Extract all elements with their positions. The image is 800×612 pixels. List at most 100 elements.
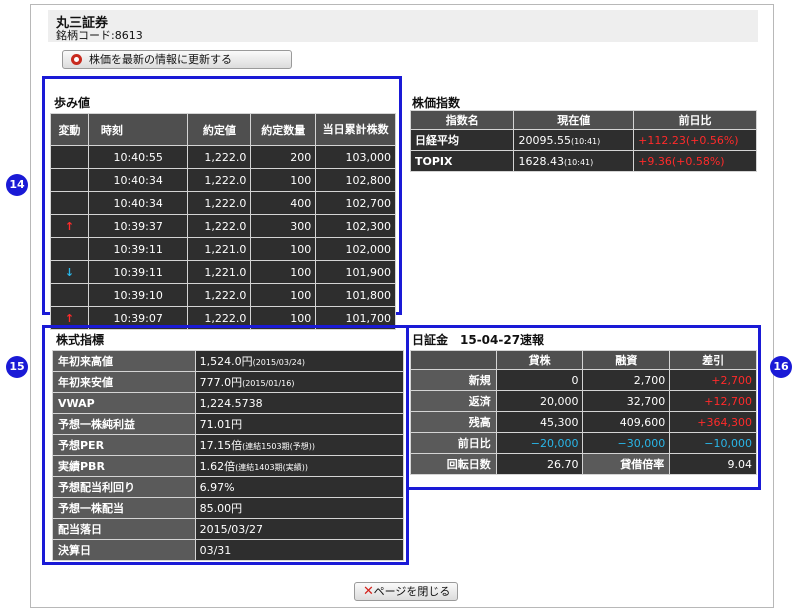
trade-cumulative: 101,800 (315, 283, 396, 307)
indicator-value-cell: 03/31 (194, 539, 405, 561)
index-value-cell: 1628.43(10:41) (513, 150, 635, 172)
indicator-value-cell: 71.01円 (194, 413, 405, 435)
table-row: 10:40:34 1,222.0 400 102,700 (50, 191, 396, 215)
down-arrow-icon: ↓ (50, 260, 89, 284)
index-title: 株価指数 (412, 96, 461, 110)
refresh-button-label: 株価を最新の情報に更新する (89, 53, 232, 66)
close-button-label: ページを閉じる (373, 585, 451, 598)
table-row: VWAP 1,224.5738 (52, 392, 405, 414)
margin-loan: 32,700 (582, 390, 671, 412)
margin-diff: +12,700 (669, 390, 757, 412)
trade-cumulative: 103,000 (315, 145, 396, 169)
table-row: TOPIX 1628.43(10:41) +9.36(+0.58%) (409, 150, 757, 172)
trade-cumulative: 102,800 (315, 168, 396, 192)
trade-time: 10:39:11 (87, 237, 189, 261)
index-value: 1628.43 (518, 154, 564, 168)
refresh-button[interactable]: 株価を最新の情報に更新する (62, 50, 292, 69)
index-table: 指数名 現在値 前日比 日経平均 20095.55(10:41) +112.23… (409, 110, 757, 172)
indicator-value: 2015/03/27 (199, 522, 263, 536)
indicator-label: 予想PER (52, 434, 196, 456)
margin-row-label: 返済 (410, 390, 497, 412)
table-row: 残高 45,300 409,600 +364,300 (410, 411, 757, 433)
indicator-value-cell: 2015/03/27 (194, 518, 405, 540)
index-change: +9.36(+0.58%) (633, 150, 757, 172)
trade-qty: 400 (250, 191, 317, 215)
indicator-note: (2015/01/16) (242, 379, 295, 388)
margin-lend: 0 (495, 369, 584, 391)
margin-loan: 409,600 (582, 411, 671, 433)
table-row: 回転日数 26.70 貸借倍率 9.04 (410, 453, 757, 475)
index-name: TOPIX (409, 150, 515, 172)
indicator-value: 1,524.0円 (199, 355, 253, 368)
table-row: 決算日 03/31 (52, 539, 405, 561)
turnover-label: 回転日数 (410, 453, 497, 475)
margin-lend: 20,000 (495, 390, 584, 412)
margin-lend: 45,300 (495, 411, 584, 433)
margin-diff: +364,300 (669, 411, 757, 433)
trade-qty: 100 (250, 260, 317, 284)
indicator-note: (連結1403期(実績)) (235, 463, 308, 472)
indicator-label: 予想配当利回り (52, 476, 196, 498)
trade-time: 10:40:34 (87, 168, 189, 192)
margin-row-label: 新規 (410, 369, 497, 391)
trade-qty: 100 (250, 283, 317, 307)
indicator-label: 予想一株純利益 (52, 413, 196, 435)
badge-15: 15 (6, 356, 28, 378)
index-value-cell: 20095.55(10:41) (513, 129, 635, 151)
table-row: 予想一株純利益 71.01円 (52, 413, 405, 435)
margin-diff: −10,000 (669, 432, 757, 454)
margin-row-label: 残高 (410, 411, 497, 433)
indicators-table: 年初来高値 1,524.0円(2015/03/24) 年初来安値 777.0円(20… (52, 350, 405, 561)
table-row: 年初来安値 777.0円(2015/01/16) (52, 371, 405, 393)
index-change: +112.23(+0.56%) (633, 129, 757, 151)
ratio-label: 貸借倍率 (582, 453, 671, 475)
col-change: 変動 (50, 113, 89, 146)
margin-title: 日証金 15-04-27速報 (412, 333, 545, 347)
change-arrow (50, 191, 89, 215)
trade-price: 1,221.0 (187, 237, 252, 261)
indicator-note: (連結1503期(予想)) (242, 442, 315, 451)
table-row: ↓ 10:39:11 1,221.0 100 101,900 (50, 260, 396, 284)
margin-diff: +2,700 (669, 369, 757, 391)
table-row: 10:39:11 1,221.0 100 102,000 (50, 237, 396, 261)
trade-qty: 200 (250, 145, 317, 169)
trade-qty: 300 (250, 214, 317, 238)
close-page-button[interactable]: ✕ ページを閉じる (354, 582, 458, 601)
refresh-icon (71, 54, 82, 65)
change-arrow (50, 237, 89, 261)
indicator-value: 85.00円 (199, 502, 243, 515)
ayumi-title: 歩み値 (54, 96, 91, 110)
index-name: 日経平均 (409, 129, 515, 151)
trade-price: 1,222.0 (187, 191, 252, 215)
table-row: 新規 0 2,700 +2,700 (410, 369, 757, 391)
indicator-label: 決算日 (52, 539, 196, 561)
col-blank (410, 350, 497, 370)
trade-qty: 100 (250, 237, 317, 261)
indicator-label: 予想一株配当 (52, 497, 196, 519)
indicator-value-cell: 6.97% (194, 476, 405, 498)
col-price: 約定値 (187, 113, 252, 146)
up-arrow-icon: ↑ (50, 214, 89, 238)
table-row: 予想一株配当 85.00円 (52, 497, 405, 519)
index-time: (10:41) (570, 136, 601, 146)
table-row: 返済 20,000 32,700 +12,700 (410, 390, 757, 412)
indicator-value: 1,224.5738 (199, 396, 263, 410)
turnover-value: 26.70 (495, 453, 584, 475)
trade-time: 10:39:11 (87, 260, 189, 284)
trade-cumulative: 101,900 (315, 260, 396, 284)
index-value: 20095.55 (518, 133, 571, 147)
close-icon: ✕ (363, 584, 374, 599)
table-row: 配当落日 2015/03/27 (52, 518, 405, 540)
trade-time: 10:40:34 (87, 191, 189, 215)
trade-time: 10:39:37 (87, 214, 189, 238)
indicator-value-cell: 1.62倍(連結1403期(実績)) (194, 455, 405, 477)
ratio-value: 9.04 (669, 453, 757, 475)
table-row: 10:39:10 1,222.0 100 101,800 (50, 283, 396, 307)
trade-price: 1,221.0 (187, 260, 252, 284)
page-header: 丸三証券 銘柄コード:8613 (48, 10, 758, 42)
indicator-value-cell: 85.00円 (194, 497, 405, 519)
change-arrow (50, 283, 89, 307)
col-time: 時刻 (87, 113, 189, 146)
indicator-note: (2015/03/24) (252, 358, 305, 367)
col-lend: 貸株 (495, 350, 584, 370)
